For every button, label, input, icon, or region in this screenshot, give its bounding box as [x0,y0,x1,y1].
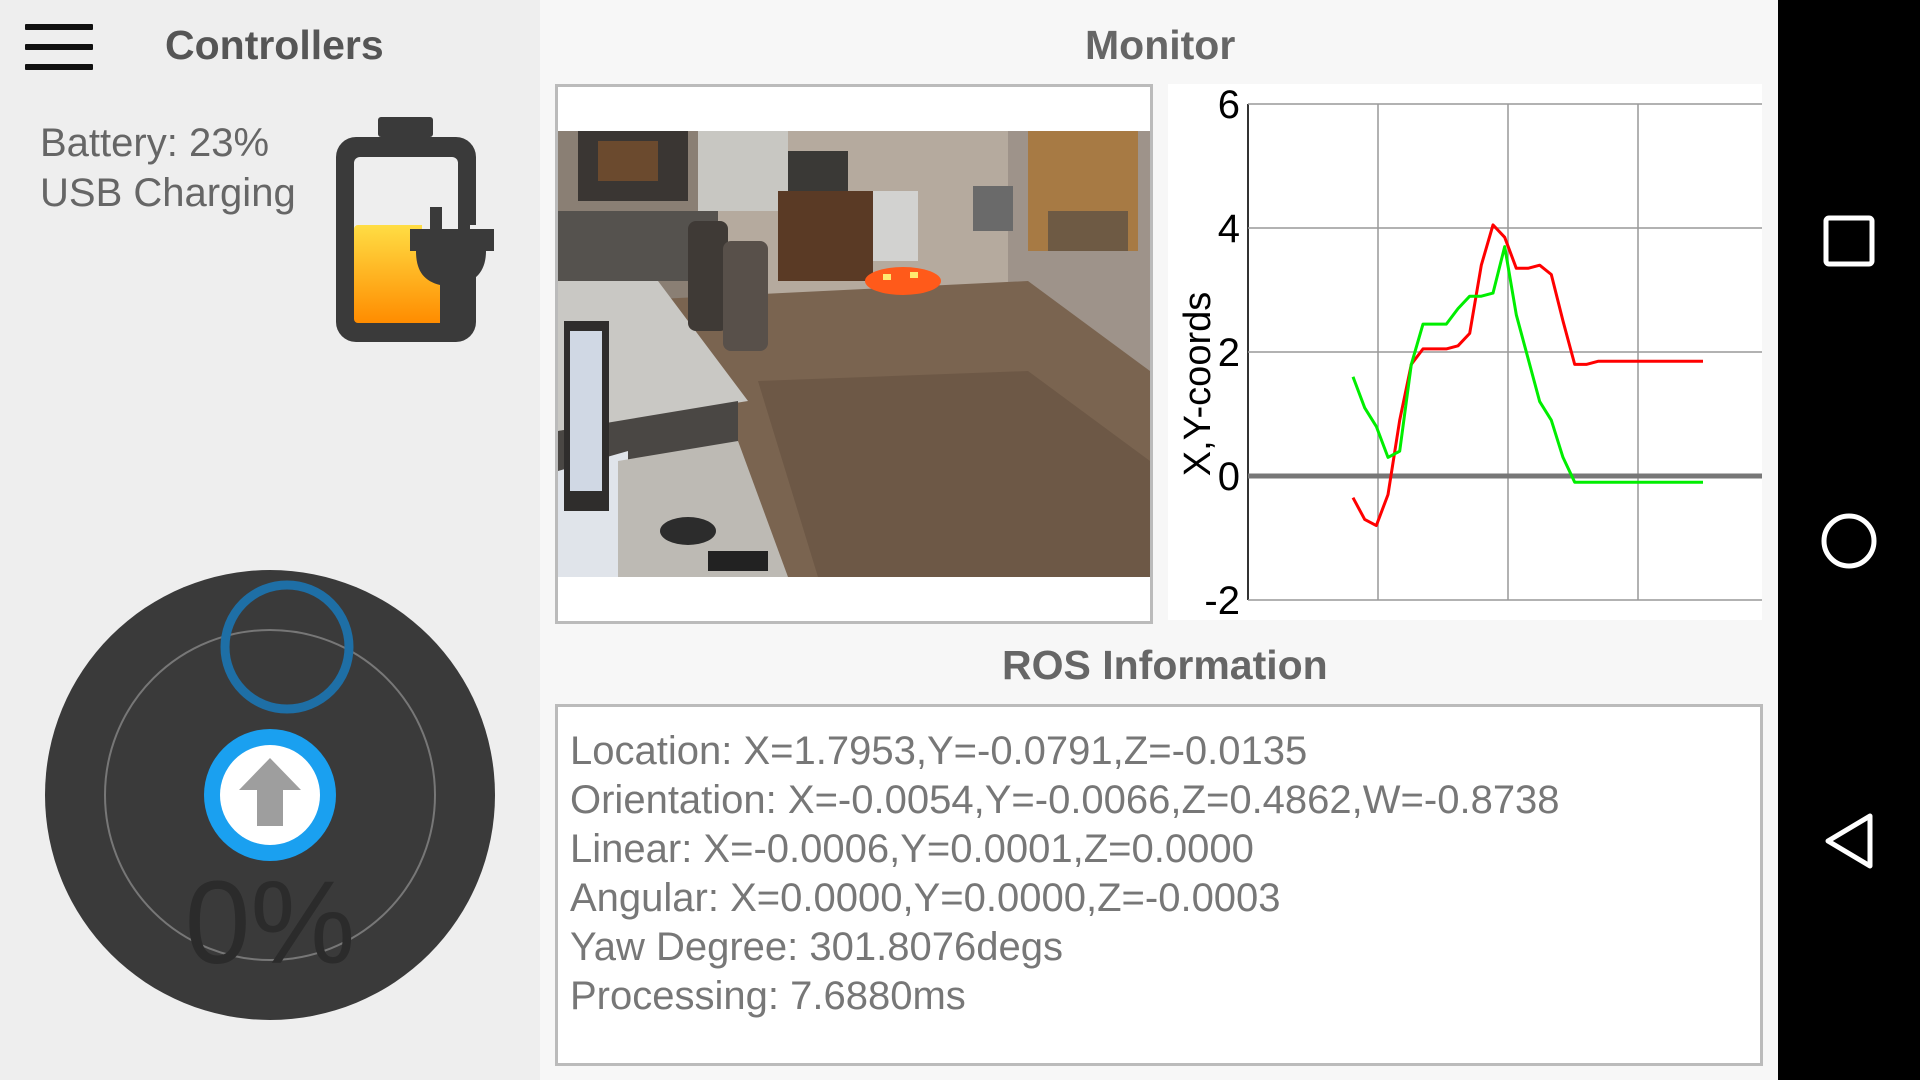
y-tick-label: 2 [1218,331,1240,375]
monitor-title: Monitor [1085,22,1236,68]
y-tick-label: 4 [1218,207,1240,251]
hamburger-menu-icon[interactable] [25,24,95,70]
series-line-0 [1351,223,1703,528]
y-tick-label: 0 [1218,455,1240,499]
ros-information-title: ROS Information [1002,642,1328,688]
triangle-back-icon[interactable] [1818,810,1880,872]
y-tick-label: -2 [1204,579,1240,620]
ros-information-panel: Location: X=1.7953,Y=-0.0791,Z=-0.0135 O… [555,704,1763,1066]
charging-status-label: USB Charging [40,171,296,215]
y-tick-label: 6 [1218,84,1240,127]
ros-processing-line: Processing: 7.6880ms [570,974,966,1018]
ros-orientation-line: Orientation: X=-0.0054,Y=-0.0066,Z=0.486… [570,778,1560,822]
circle-icon[interactable] [1818,510,1880,572]
ros-location-line: Location: X=1.7953,Y=-0.0791,Z=-0.0135 [570,729,1308,773]
controllers-title: Controllers [165,22,384,68]
ros-linear-line: Linear: X=-0.0006,Y=0.0001,Z=0.0000 [570,827,1254,871]
battery-level-label: Battery: 23% [40,121,270,165]
square-icon[interactable] [1818,210,1880,272]
ros-yaw-line: Yaw Degree: 301.8076degs [570,925,1063,969]
series-line-1 [1351,245,1703,484]
battery-charging-icon [336,117,500,342]
joystick-thumb-button[interactable] [203,728,337,862]
joystick-power-percent: 0% [184,857,356,989]
xy-coords-chart: 6 4 2 0 -2 X,Y-coords [1168,84,1762,620]
chart-canvas: 6 4 2 0 -2 X,Y-coords [1177,84,1762,620]
camera-feed-frame [555,84,1153,624]
battery-status: Battery: 23% USB Charging [40,118,296,218]
joystick-control[interactable]: 0% [45,570,495,1020]
y-axis-label: X,Y-coords [1177,292,1219,476]
android-nav-bar [1778,0,1920,1080]
controllers-panel: Controllers Battery: 23% USB Charging 0% [0,0,540,1080]
ros-angular-line: Angular: X=0.0000,Y=0.0000,Z=-0.0003 [570,876,1281,920]
camera-feed-image [558,131,1150,577]
